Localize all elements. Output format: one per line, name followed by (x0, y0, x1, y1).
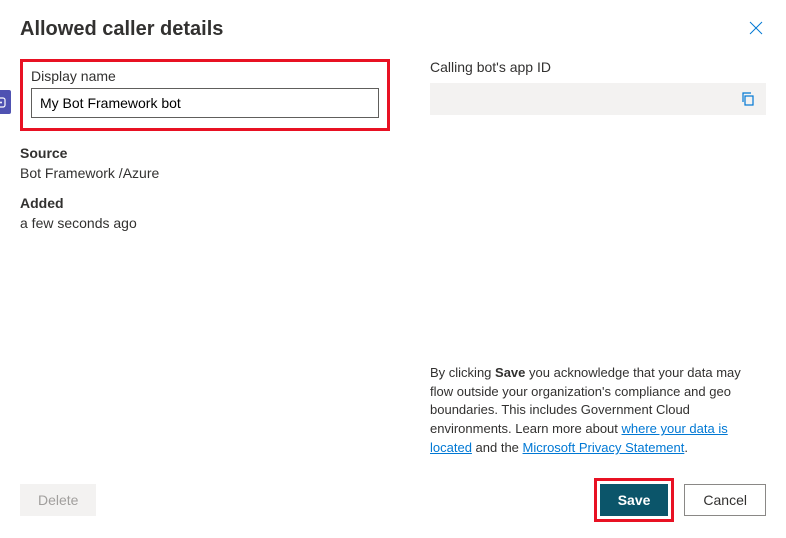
app-id-label: Calling bot's app ID (430, 59, 766, 75)
display-name-input[interactable] (31, 88, 379, 118)
source-label: Source (20, 145, 390, 161)
bot-icon (0, 90, 11, 114)
save-button[interactable]: Save (600, 484, 669, 516)
meta-section: Source Bot Framework /Azure Added a few … (20, 145, 390, 231)
bot-glyph-icon (0, 94, 7, 110)
copy-button[interactable] (740, 91, 756, 107)
disclaimer-period: . (684, 440, 688, 455)
privacy-statement-link[interactable]: Microsoft Privacy Statement (523, 440, 685, 455)
close-button[interactable] (746, 18, 766, 38)
added-label: Added (20, 195, 390, 211)
save-highlight: Save (594, 478, 675, 522)
app-id-field (430, 83, 766, 115)
footer-actions: Delete Save Cancel (20, 478, 766, 522)
right-action-group: Save Cancel (594, 478, 766, 522)
disclaimer-prefix: By clicking (430, 365, 495, 380)
disclaimer-save-word: Save (495, 365, 525, 380)
display-name-highlight: Display name (20, 59, 390, 131)
added-value: a few seconds ago (20, 215, 390, 231)
left-column: Display name Source Bot Framework /Azure… (20, 59, 390, 245)
source-value: Bot Framework /Azure (20, 165, 390, 181)
disclaimer-mid: and the (472, 440, 523, 455)
content-area: Display name Source Bot Framework /Azure… (20, 59, 766, 245)
cancel-button[interactable]: Cancel (684, 484, 766, 516)
disclaimer-text: By clicking Save you acknowledge that yo… (430, 364, 766, 458)
delete-button[interactable]: Delete (20, 484, 96, 516)
display-name-label: Display name (31, 68, 379, 84)
panel-title: Allowed caller details (20, 18, 223, 41)
close-icon (749, 21, 763, 35)
right-column: Calling bot's app ID (430, 59, 766, 245)
copy-icon (740, 91, 756, 107)
panel-header: Allowed caller details (20, 18, 766, 41)
display-name-field: Display name (31, 68, 379, 118)
